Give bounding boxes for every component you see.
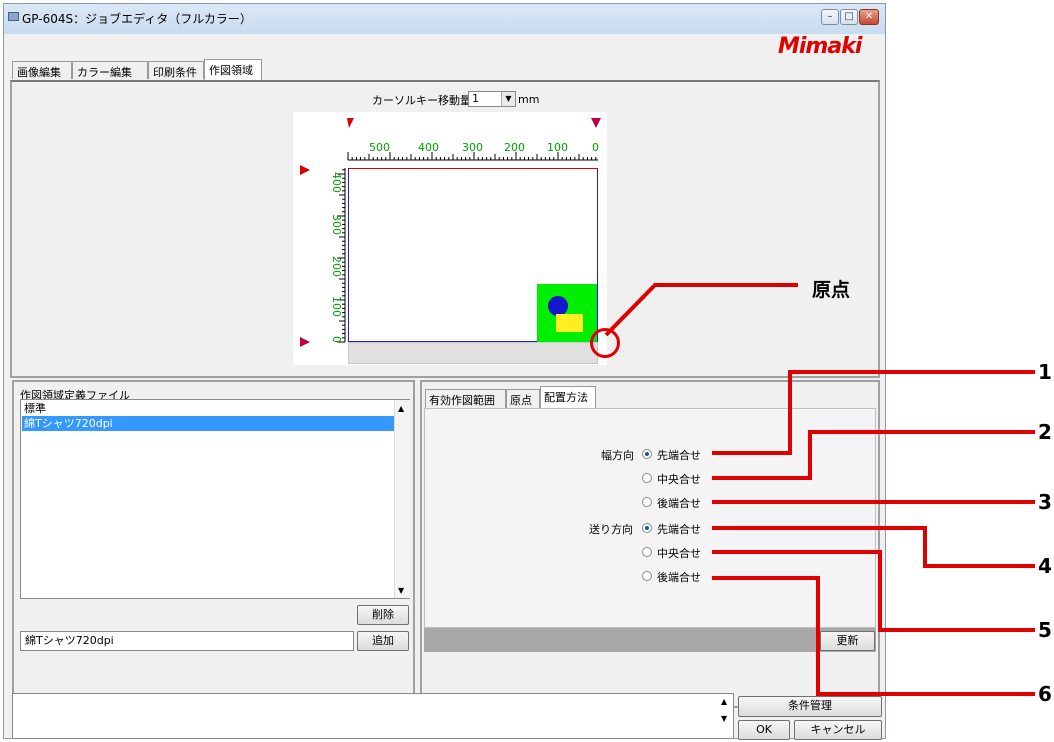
callout-6: 6 xyxy=(1038,682,1052,706)
callout-lines xyxy=(604,283,1035,696)
callout-1: 1 xyxy=(1038,360,1052,384)
callout-4: 4 xyxy=(1038,554,1052,578)
callout-3: 3 xyxy=(1038,490,1052,514)
callout-5: 5 xyxy=(1038,618,1052,642)
callout-2: 2 xyxy=(1038,420,1052,444)
